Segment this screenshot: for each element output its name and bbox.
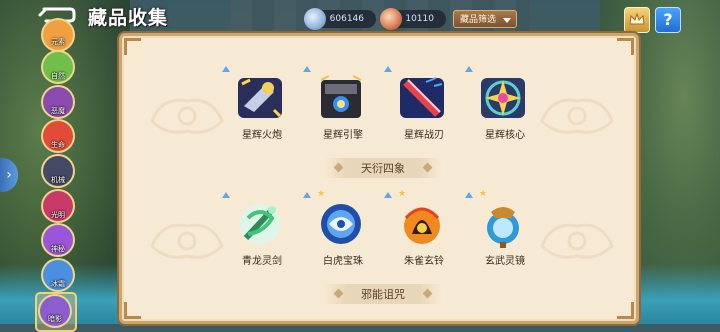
panel-corner-ornament — [617, 38, 634, 55]
upgrade-arrow-icon — [465, 66, 473, 72]
category-label-6: 光明 — [51, 211, 65, 219]
category-label-9: 暗影 — [48, 315, 62, 323]
black-tortoise-mirror-icon — [487, 207, 519, 248]
vermilion-bird-bell-icon — [404, 207, 440, 244]
collection-item[interactable]: 星辉火炮 — [222, 66, 302, 146]
panel-corner-ornament — [617, 302, 634, 319]
panel-corner-ornament — [124, 38, 141, 55]
category-label-7: 神秘 — [51, 245, 65, 253]
cloud-ornament-icon — [150, 98, 224, 134]
upgrade-arrow-icon — [303, 66, 311, 72]
item-name: 玄武灵镜 — [485, 256, 525, 267]
crown-settings-button[interactable] — [624, 7, 650, 33]
collection-filter-dropdown[interactable]: 藏品筛选 — [453, 10, 517, 28]
help-button[interactable]: ? — [655, 7, 681, 33]
resource-diamond-value: 606146 — [329, 14, 364, 24]
collection-item[interactable]: ★ 白虎宝珠 — [303, 189, 383, 272]
star-core-icon — [481, 78, 525, 118]
chevron-down-icon — [503, 18, 511, 23]
collection-item[interactable]: 星辉引擎 — [303, 66, 383, 146]
diamond-icon — [304, 8, 326, 30]
crown-icon — [629, 12, 645, 25]
question-mark-icon: ? — [663, 10, 673, 29]
category-label-4: 生命 — [51, 141, 65, 149]
filter-label: 藏品筛选 — [460, 15, 497, 25]
section-header: 邪能诅咒 — [323, 284, 443, 304]
collection-item[interactable]: 星辉核心 — [465, 66, 545, 146]
upgrade-arrow-icon — [465, 192, 473, 198]
item-name: 白虎宝珠 — [323, 256, 363, 267]
category-label-5: 机械 — [51, 176, 65, 184]
item-name: 星辉战刃 — [404, 130, 444, 141]
category-label-1: 元素 — [51, 38, 65, 46]
star-cannon-icon — [238, 78, 282, 118]
upgrade-arrow-icon — [384, 192, 392, 198]
cloud-ornament-icon — [540, 98, 614, 134]
collection-item[interactable]: ★ 朱雀玄铃 — [384, 189, 464, 272]
cloud-ornament-icon — [150, 223, 224, 259]
collection-item[interactable]: 青龙灵剑 — [222, 192, 302, 272]
category-label-2: 自然 — [51, 72, 65, 80]
resource-counter-gold: 10110 — [380, 8, 446, 30]
item-name: 青龙灵剑 — [242, 256, 282, 267]
page-title: 藏品收集 — [88, 7, 169, 29]
section-header: 天衍四象 — [323, 158, 443, 178]
azure-dragon-sword-icon — [240, 204, 280, 244]
white-tiger-orb-icon — [321, 204, 361, 244]
upgrade-arrow-icon — [222, 66, 230, 72]
category-label-3: 恶魔 — [51, 107, 65, 115]
section-title: 邪能诅咒 — [361, 288, 405, 301]
item-name: 星辉核心 — [485, 130, 525, 141]
item-name: 星辉引擎 — [323, 130, 363, 141]
panel-corner-ornament — [124, 302, 141, 319]
collection-panel: 星辉火炮 星辉引擎 星辉战刃 星辉核心 天衍四象 青龙灵剑 ★ 白虎宝珠 ★ 朱… — [119, 33, 639, 324]
collection-item[interactable]: ★ 玄武灵镜 — [465, 189, 545, 272]
star-engine-icon — [320, 75, 362, 118]
star-blade-icon — [400, 77, 444, 118]
upgrade-arrow-icon — [222, 192, 230, 198]
cloud-ornament-icon — [540, 223, 614, 259]
item-name: 朱雀玄铃 — [404, 256, 444, 267]
item-name: 星辉火炮 — [242, 130, 282, 141]
upgrade-arrow-icon — [384, 66, 392, 72]
section-title: 天衍四象 — [361, 162, 405, 175]
upgrade-arrow-icon — [303, 192, 311, 198]
collection-item[interactable]: 星辉战刃 — [384, 66, 464, 146]
ore-icon — [380, 8, 402, 30]
category-label-8: 冰霜 — [51, 280, 65, 288]
resource-gold-value: 10110 — [405, 14, 434, 24]
resource-counter-diamond: 606146 — [304, 8, 376, 30]
chevron-right-icon: › — [6, 167, 12, 183]
